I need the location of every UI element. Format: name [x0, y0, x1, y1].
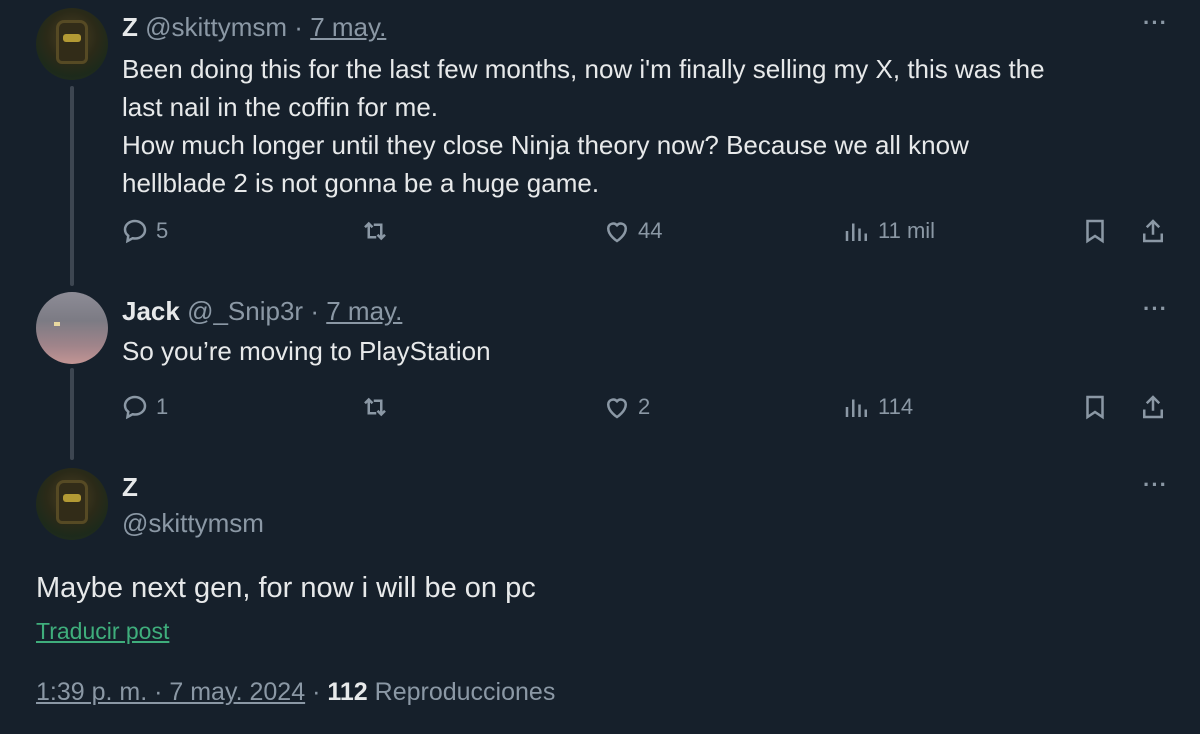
- post-header: Jack @_Snip3r · 7 may.: [122, 296, 402, 327]
- separator: ·: [312, 678, 321, 706]
- avatar[interactable]: [36, 8, 108, 80]
- views-button[interactable]: 114: [842, 392, 913, 422]
- views-label: Reproducciones: [374, 678, 556, 706]
- separator: ·: [294, 12, 303, 42]
- post-text: Maybe next gen, for now i will be on pc: [36, 572, 536, 604]
- like-icon: [606, 222, 628, 243]
- avatar[interactable]: [36, 292, 108, 364]
- bookmark-icon: [1086, 395, 1104, 420]
- reply-count: 1: [156, 394, 169, 419]
- post-date[interactable]: 7 may.: [310, 12, 386, 42]
- like-button[interactable]: 44: [602, 216, 662, 246]
- repost-button[interactable]: [360, 216, 396, 246]
- share-icon: [1143, 219, 1163, 243]
- views-icon: [845, 223, 867, 241]
- views-count: 114: [878, 394, 914, 419]
- post-text-line: So you’re moving to PlayStation: [122, 336, 491, 366]
- reply-icon: [123, 395, 147, 420]
- post-text-line: How much longer until they close Ninja t…: [122, 130, 969, 160]
- views-count: 112: [327, 678, 368, 706]
- like-button[interactable]: 2: [602, 392, 650, 422]
- views-icon: [845, 399, 867, 417]
- reply-count: 5: [156, 218, 169, 243]
- post-text-line: Been doing this for the last few months,…: [122, 54, 1045, 84]
- author-handle[interactable]: @_Snip3r: [187, 296, 303, 326]
- repost-icon: [364, 397, 386, 417]
- post-actions: 1 2 114: [0, 392, 1200, 432]
- share-button[interactable]: [1138, 216, 1168, 246]
- views-count: 11 mil: [878, 218, 936, 243]
- like-count: 44: [638, 218, 663, 243]
- bookmark-icon: [1086, 219, 1104, 244]
- share-button[interactable]: [1138, 392, 1168, 422]
- post-date[interactable]: 7 may.: [326, 296, 402, 326]
- post-actions: 5 44 11 mil: [0, 216, 1200, 256]
- separator: ·: [310, 296, 319, 326]
- author-name[interactable]: Z: [122, 472, 138, 503]
- translate-post-link[interactable]: Traducir post: [36, 618, 169, 645]
- views-button[interactable]: 11 mil: [842, 216, 935, 246]
- bookmark-button[interactable]: [1080, 216, 1110, 246]
- post-text: Been doing this for the last few months,…: [122, 50, 1045, 202]
- repost-icon: [364, 221, 386, 241]
- author-handle[interactable]: @skittymsm: [145, 12, 287, 42]
- author-name[interactable]: Z: [122, 12, 138, 42]
- post-header: Z @skittymsm · 7 may.: [122, 12, 386, 43]
- more-options-icon[interactable]: ···: [1143, 472, 1168, 498]
- author-handle[interactable]: @skittymsm: [122, 508, 264, 539]
- more-options-icon[interactable]: ···: [1143, 10, 1168, 36]
- post-timestamp[interactable]: 1:39 p. m. · 7 may. 2024: [36, 678, 305, 706]
- author-name[interactable]: Jack: [122, 296, 180, 326]
- post-text-line: last nail in the coffin for me.: [122, 92, 439, 122]
- like-count: 2: [638, 394, 651, 419]
- bookmark-button[interactable]: [1080, 392, 1110, 422]
- post-text-line: hellblade 2 is not gonna be a huge game.: [122, 168, 600, 198]
- thread-line: [70, 86, 74, 286]
- like-icon: [606, 398, 628, 419]
- post-meta: 1:39 p. m. · 7 may. 2024 · 112 Reproducc…: [36, 678, 555, 707]
- share-icon: [1143, 395, 1163, 419]
- reply-button[interactable]: 1: [120, 392, 168, 422]
- reply-icon: [123, 219, 147, 244]
- post-text: So you’re moving to PlayStation: [122, 332, 491, 370]
- avatar[interactable]: [36, 468, 108, 540]
- reply-button[interactable]: 5: [120, 216, 168, 246]
- more-options-icon[interactable]: ···: [1143, 296, 1168, 322]
- repost-button[interactable]: [360, 392, 396, 422]
